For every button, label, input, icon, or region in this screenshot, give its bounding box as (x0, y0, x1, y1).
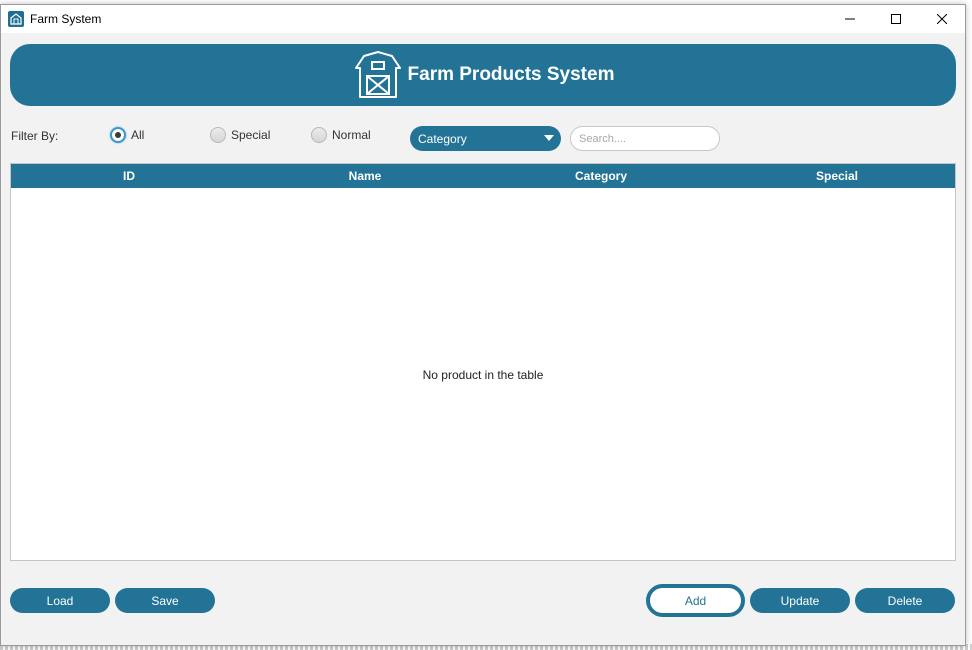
radio-label: All (131, 128, 145, 142)
filter-bar: Filter By: All Special Normal Category (1, 119, 965, 153)
minimize-button[interactable] (827, 5, 873, 33)
close-icon (937, 14, 947, 24)
products-table[interactable]: ID Name Category Special No product in t… (10, 163, 956, 561)
column-header-name[interactable]: Name (247, 164, 483, 188)
radio-indicator (110, 127, 126, 143)
chevron-down-icon (544, 135, 554, 141)
header-banner: Farm Products System (10, 44, 956, 106)
filter-radio-normal[interactable]: Normal (311, 127, 371, 143)
barn-icon (354, 51, 401, 98)
app-window: Farm System Farm Products System Filter … (0, 4, 966, 646)
filter-radio-all[interactable]: All (110, 127, 144, 143)
radio-indicator (311, 127, 327, 143)
delete-button[interactable]: Delete (855, 588, 955, 613)
add-button[interactable]: Add (646, 584, 745, 617)
load-button[interactable]: Load (10, 588, 110, 613)
window-title: Farm System (30, 12, 102, 26)
save-button[interactable]: Save (115, 588, 215, 613)
column-header-category[interactable]: Category (483, 164, 719, 188)
category-dropdown[interactable]: Category (410, 126, 561, 151)
maximize-icon (891, 14, 901, 24)
window-controls (827, 5, 965, 33)
close-button[interactable] (919, 5, 965, 33)
minimize-icon (845, 18, 855, 20)
title-bar[interactable]: Farm System (1, 5, 965, 33)
app-barn-icon (8, 11, 24, 27)
table-empty-message: No product in the table (422, 368, 544, 382)
column-header-special[interactable]: Special (719, 164, 955, 188)
search-input[interactable] (570, 126, 720, 151)
filter-radio-special[interactable]: Special (210, 127, 270, 143)
column-header-id[interactable]: ID (11, 164, 247, 188)
update-button[interactable]: Update (750, 588, 850, 613)
radio-indicator (210, 127, 226, 143)
category-dropdown-value: Category (418, 131, 467, 146)
table-header: ID Name Category Special (11, 164, 955, 188)
maximize-button[interactable] (873, 5, 919, 33)
page-title: Farm Products System (407, 64, 615, 85)
radio-label: Normal (332, 128, 371, 142)
radio-label: Special (231, 128, 271, 142)
filter-label: Filter By: (11, 129, 59, 143)
